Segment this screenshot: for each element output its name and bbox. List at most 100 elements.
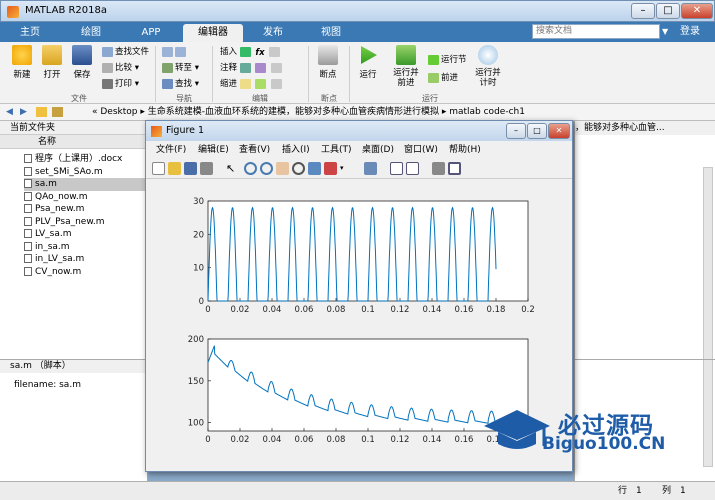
y-tick-label: 200 — [188, 335, 204, 345]
run-button[interactable]: 运行 — [354, 45, 382, 85]
find-files-button[interactable]: 查找文件 — [102, 46, 149, 58]
colorbar-icon[interactable] — [390, 162, 403, 175]
m-file-icon — [24, 166, 32, 176]
x-tick-label: 0.02 — [231, 305, 250, 315]
save-figure-icon[interactable] — [184, 162, 197, 175]
maximize-button[interactable]: □ — [656, 3, 680, 19]
menu-desktop[interactable]: 桌面(D) — [362, 141, 394, 159]
stopwatch-icon — [478, 45, 498, 65]
open-button[interactable]: 打开 — [38, 45, 66, 85]
save-button[interactable]: 保存 — [68, 45, 96, 85]
menu-edit[interactable]: 编辑(E) — [198, 141, 229, 159]
tab-editor[interactable]: 编辑器 — [183, 24, 243, 42]
rotate-icon[interactable] — [292, 162, 305, 175]
login-button[interactable]: 登录 — [680, 24, 712, 39]
figure-close-button[interactable]: ✕ — [548, 123, 570, 139]
indent-button[interactable]: 缩进 — [220, 78, 284, 90]
search-dropdown-icon[interactable]: ▼ — [662, 24, 674, 39]
menu-view[interactable]: 查看(V) — [239, 141, 270, 159]
matlab-logo-icon — [7, 6, 19, 18]
list-item[interactable]: PLV_Psa_new.m — [24, 216, 146, 229]
list-item[interactable]: set_SMi_SAo.m — [24, 166, 146, 179]
legend-icon[interactable] — [406, 162, 419, 175]
new-button[interactable]: 新建 — [8, 45, 36, 85]
search-input[interactable]: 搜索文档 — [532, 24, 660, 39]
pan-icon[interactable] — [276, 162, 289, 175]
list-item[interactable]: LV_sa.m — [24, 228, 146, 241]
hide-tools-icon[interactable] — [432, 162, 445, 175]
tab-plots[interactable]: 绘图 — [68, 24, 114, 42]
col-label: 列 — [662, 486, 672, 496]
browse-folder-icon[interactable] — [52, 107, 63, 117]
run-section-button[interactable]: 运行节 — [428, 54, 467, 66]
goto-icon — [162, 62, 173, 73]
indent-icon — [255, 78, 267, 89]
group-label-run: 运行 — [422, 94, 438, 103]
menu-help[interactable]: 帮助(H) — [449, 141, 481, 159]
ribbon: 新建 打开 保存 查找文件 比较 ▾ 打印 ▾ 文件 转至 ▾ 查找 ▾ 导航 … — [0, 42, 715, 104]
list-item[interactable]: 程序（上课用）.docx — [24, 153, 146, 166]
show-tools-icon[interactable] — [448, 162, 461, 175]
minimize-button[interactable]: – — [631, 3, 655, 19]
zoom-in-icon[interactable] — [244, 162, 257, 175]
tab-view[interactable]: 视图 — [306, 24, 356, 42]
tab-apps[interactable]: APP — [126, 24, 176, 42]
back-forward-button[interactable] — [162, 46, 188, 58]
ribbon-separator — [308, 46, 309, 102]
m-file-icon — [24, 216, 32, 226]
back-icon[interactable]: ◀ — [6, 104, 13, 120]
find-button[interactable]: 查找 ▾ — [162, 78, 199, 90]
close-button[interactable]: ✕ — [681, 3, 713, 19]
link-plot-icon[interactable] — [364, 162, 377, 175]
figure-maximize-button[interactable]: □ — [527, 123, 547, 139]
brush-dropdown-icon[interactable]: ▾ — [340, 162, 353, 175]
pointer-icon[interactable]: ↖ — [226, 162, 239, 175]
list-item[interactable]: CV_now.m — [24, 266, 146, 279]
up-folder-icon[interactable] — [36, 107, 47, 117]
arrow-left-icon — [162, 46, 173, 57]
breakpoints-button[interactable]: 断点 — [314, 45, 342, 85]
list-item[interactable]: in_sa.m — [24, 241, 146, 254]
y-tick-label: 10 — [193, 264, 204, 274]
column-header-name[interactable]: 名称 — [0, 135, 148, 149]
menu-insert[interactable]: 插入(I) — [282, 141, 310, 159]
x-tick-label: 0.06 — [295, 435, 314, 445]
goto-button[interactable]: 转至 ▾ — [162, 62, 199, 74]
status-bar: 行 1 列 1 — [0, 481, 715, 500]
compare-button[interactable]: 比较 ▾ — [102, 62, 139, 74]
insert-button[interactable]: 插入 fx — [220, 46, 282, 58]
save-icon — [72, 45, 92, 65]
menu-tools[interactable]: 工具(T) — [321, 141, 352, 159]
current-path[interactable]: « Desktop ▸ 生命系统建模-血液血环系统的建模，能够对多种心血管疾病情… — [92, 104, 525, 120]
group-label-file: 文件 — [71, 94, 87, 103]
x-tick-label: 0.18 — [487, 305, 506, 315]
figure-minimize-button[interactable]: – — [506, 123, 526, 139]
x-tick-label: 0.16 — [455, 435, 474, 445]
menu-file[interactable]: 文件(F) — [156, 141, 186, 159]
x-tick-label: 0.12 — [391, 435, 410, 445]
menu-window[interactable]: 窗口(W) — [404, 141, 438, 159]
current-folder-panel: 当前文件夹 名称 程序（上课用）.docx set_SMi_SAo.m sa.m… — [0, 121, 148, 359]
run-time-button[interactable]: 运行并 计时 — [472, 45, 504, 88]
open-file-icon[interactable] — [168, 162, 181, 175]
print-button[interactable]: 打印 ▾ — [102, 78, 139, 90]
tab-publish[interactable]: 发布 — [250, 24, 296, 42]
comment-button[interactable]: 注释 — [220, 62, 284, 74]
breakpoint-icon — [318, 45, 338, 65]
new-figure-icon[interactable] — [152, 162, 165, 175]
tab-home[interactable]: 主页 — [10, 24, 50, 42]
zoom-out-icon[interactable] — [260, 162, 273, 175]
group-label-breakpoints: 断点 — [321, 94, 337, 103]
run-advance-button[interactable]: 运行并 前进 — [390, 45, 422, 88]
ribbon-separator — [212, 46, 213, 102]
list-item[interactable]: in_LV_sa.m — [24, 253, 146, 266]
brush-icon[interactable] — [324, 162, 337, 175]
data-cursor-icon[interactable] — [308, 162, 321, 175]
print-figure-icon[interactable] — [200, 162, 213, 175]
list-item[interactable]: QAo_now.m — [24, 191, 146, 204]
x-tick-label: 0.04 — [263, 435, 282, 445]
forward-icon[interactable]: ▶ — [20, 104, 27, 120]
list-item[interactable]: Psa_new.m — [24, 203, 146, 216]
advance-button[interactable]: 前进 — [428, 72, 458, 84]
list-item[interactable]: sa.m — [24, 178, 146, 191]
